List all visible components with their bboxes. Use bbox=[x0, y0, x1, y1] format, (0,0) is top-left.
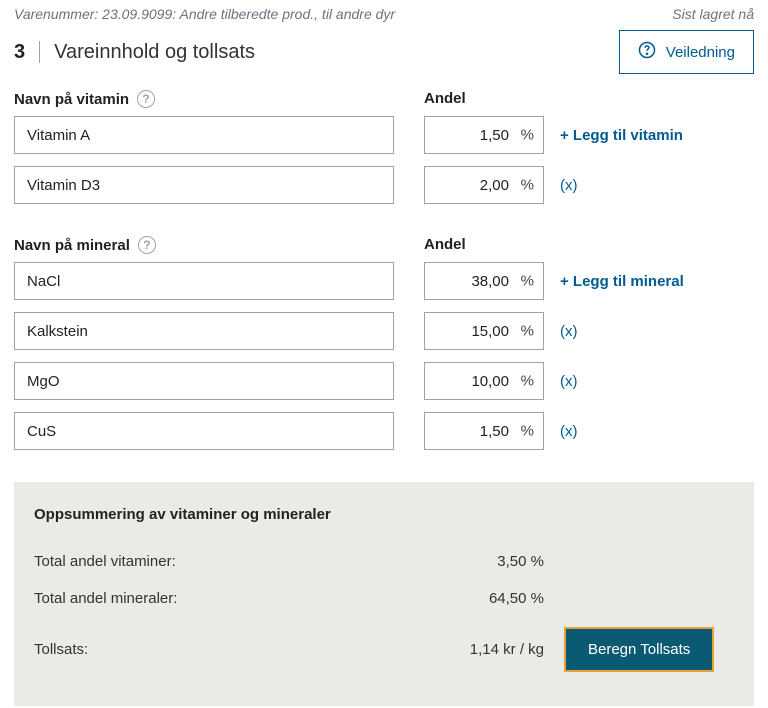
remove-vitamin-link[interactable]: (x) bbox=[560, 177, 578, 194]
summary-title: Oppsummering av vitaminer og mineraler bbox=[34, 506, 734, 523]
vitamin-row: % (x) bbox=[14, 166, 754, 204]
remove-mineral-link[interactable]: (x) bbox=[560, 323, 578, 340]
total-vitamin-value: 3,50 % bbox=[414, 553, 544, 570]
total-mineral-label: Total andel mineraler: bbox=[34, 590, 414, 607]
add-vitamin-link[interactable]: + Legg til vitamin bbox=[560, 127, 683, 144]
title-divider bbox=[39, 41, 40, 63]
tariff-label: Tollsats: bbox=[34, 641, 414, 658]
mineral-row: % (x) bbox=[14, 312, 754, 350]
help-icon[interactable]: ? bbox=[137, 90, 155, 108]
page-title: Vareinnhold og tollsats bbox=[54, 41, 255, 64]
vitamin-name-input[interactable] bbox=[14, 116, 394, 154]
mineral-row: % + Legg til mineral bbox=[14, 262, 754, 300]
percent-symbol: % bbox=[521, 273, 534, 290]
vitamin-name-input[interactable] bbox=[14, 166, 394, 204]
total-vitamin-label: Total andel vitaminer: bbox=[34, 553, 414, 570]
mineral-share-label: Andel bbox=[424, 236, 466, 253]
product-number-label: Varenummer: 23.09.9099: Andre tilberedte… bbox=[14, 6, 395, 22]
mineral-row: % (x) bbox=[14, 362, 754, 400]
percent-symbol: % bbox=[521, 423, 534, 440]
mineral-name-input[interactable] bbox=[14, 312, 394, 350]
mineral-row: % (x) bbox=[14, 412, 754, 450]
help-icon bbox=[638, 41, 656, 63]
mineral-name-input[interactable] bbox=[14, 262, 394, 300]
percent-symbol: % bbox=[521, 177, 534, 194]
vitamin-share-label: Andel bbox=[424, 90, 466, 107]
mineral-name-input[interactable] bbox=[14, 362, 394, 400]
help-icon[interactable]: ? bbox=[138, 236, 156, 254]
vitamin-section: Navn på vitamin ? Andel % + Legg til vit… bbox=[0, 90, 768, 236]
percent-symbol: % bbox=[521, 323, 534, 340]
mineral-name-label: Navn på mineral bbox=[14, 237, 130, 254]
guidance-label: Veiledning bbox=[666, 44, 735, 61]
guidance-button[interactable]: Veiledning bbox=[619, 30, 754, 74]
add-mineral-link[interactable]: + Legg til mineral bbox=[560, 273, 684, 290]
mineral-section: Navn på mineral ? Andel % + Legg til min… bbox=[0, 236, 768, 482]
mineral-name-input[interactable] bbox=[14, 412, 394, 450]
total-mineral-value: 64,50 % bbox=[414, 590, 544, 607]
calculate-tariff-button[interactable]: Beregn Tollsats bbox=[564, 627, 714, 672]
last-saved-label: Sist lagret nå bbox=[672, 6, 754, 22]
vitamin-name-label: Navn på vitamin bbox=[14, 91, 129, 108]
step-number: 3 bbox=[14, 41, 25, 64]
tariff-value: 1,14 kr / kg bbox=[414, 641, 544, 658]
remove-mineral-link[interactable]: (x) bbox=[560, 423, 578, 440]
vitamin-row: % + Legg til vitamin bbox=[14, 116, 754, 154]
remove-mineral-link[interactable]: (x) bbox=[560, 373, 578, 390]
summary-panel: Oppsummering av vitaminer og mineraler T… bbox=[14, 482, 754, 706]
percent-symbol: % bbox=[521, 373, 534, 390]
percent-symbol: % bbox=[521, 127, 534, 144]
